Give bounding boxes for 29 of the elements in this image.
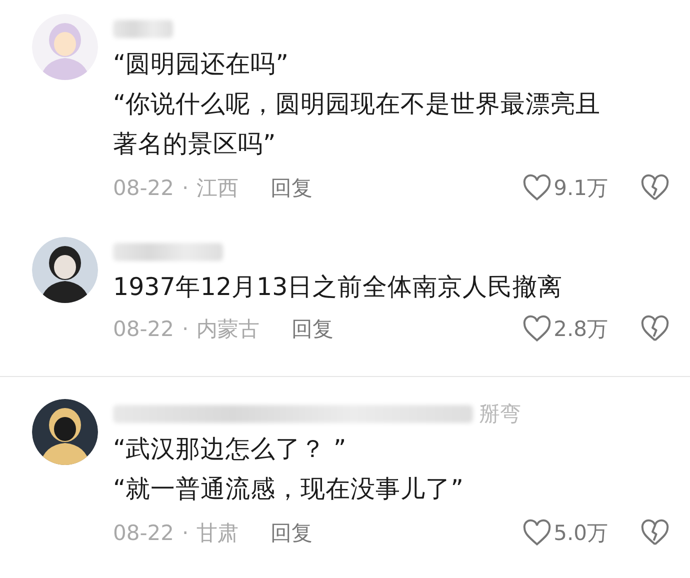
heart-icon <box>522 174 552 202</box>
broken-heart-icon <box>640 174 670 202</box>
comment-location: 内蒙古 <box>196 316 260 343</box>
heart-icon <box>522 315 552 343</box>
dislike-button[interactable] <box>640 174 670 202</box>
broken-heart-icon <box>640 519 670 547</box>
comment-text: “武汉那边怎么了？ ” “就一普通流感，现在没事儿了” <box>113 433 464 505</box>
comment-location: 江西 <box>196 175 239 202</box>
reply-link[interactable]: 回复 <box>270 519 313 547</box>
comment-text: “圆明园还在吗” “你说什么呢，圆明园现在不是世界最漂亮且著名的景区吗” <box>113 48 602 160</box>
dot-separator: · <box>182 521 189 545</box>
comment-location: 甘肃 <box>196 520 239 547</box>
comment-date: 08-22 <box>113 176 174 200</box>
comment-text: 1937年12月13日之前全体南京人民撤离 <box>113 271 564 303</box>
comment-date: 08-22 <box>113 317 174 341</box>
like-button[interactable]: 5.0万 <box>522 519 608 547</box>
reply-link[interactable]: 回复 <box>292 315 334 343</box>
dislike-button[interactable] <box>640 519 670 547</box>
reply-link[interactable]: 回复 <box>270 174 313 202</box>
broken-heart-icon <box>640 315 670 343</box>
blurred-username <box>113 20 173 38</box>
like-button[interactable]: 2.8万 <box>522 315 608 343</box>
dot-separator: · <box>182 317 189 341</box>
username: 掰弯 <box>479 401 521 428</box>
like-button[interactable]: 9.1万 <box>522 174 608 202</box>
heart-icon <box>522 519 552 547</box>
comment-date: 08-22 <box>113 521 174 545</box>
dislike-button[interactable] <box>640 315 670 343</box>
dot-separator: · <box>182 176 189 200</box>
